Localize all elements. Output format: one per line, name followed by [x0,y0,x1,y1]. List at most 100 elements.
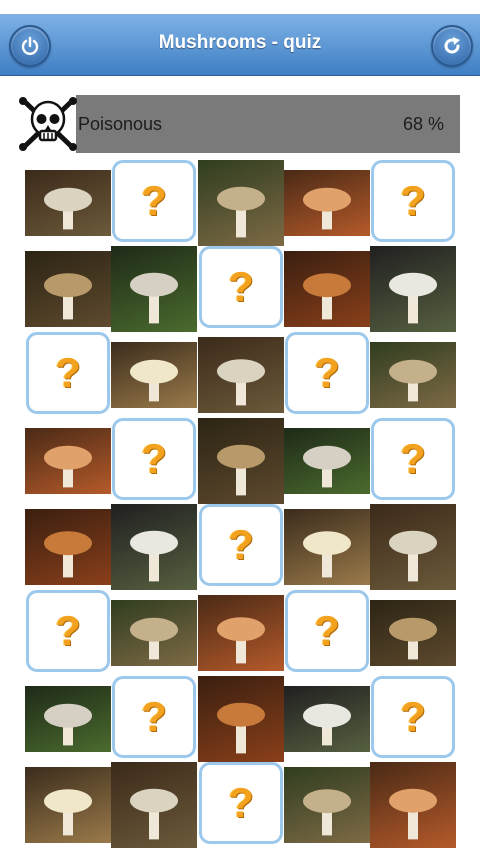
mushroom-icon [130,788,178,840]
mushroom-photo-card[interactable] [25,762,111,848]
mushroom-photo [284,428,370,494]
hidden-card[interactable]: ? [198,504,284,590]
mushroom-photo-card[interactable] [111,504,197,590]
hidden-card[interactable]: ? [198,762,284,848]
mushroom-icon [130,617,178,660]
hidden-card[interactable]: ? [25,332,111,418]
mushroom-photo [198,337,284,413]
mushroom-photo [25,251,111,327]
mushroom-icon [44,703,92,746]
question-mark: ? [199,762,283,844]
mushroom-photo [370,762,456,848]
question-mark: ? [112,160,196,242]
mushroom-icon [130,530,178,582]
mushroom-photo-card[interactable] [25,504,111,590]
mushroom-photo-card[interactable] [198,332,284,418]
mushroom-icon [44,445,92,488]
mushroom-icon [217,617,265,664]
mushroom-photo-card[interactable] [370,590,456,676]
mushroom-photo-card[interactable] [25,676,111,762]
hidden-card[interactable]: ? [25,590,111,676]
mushroom-photo-card[interactable] [284,762,370,848]
mushroom-photo [25,686,111,752]
mushroom-photo [111,762,197,848]
mushroom-photo-card[interactable] [284,504,370,590]
mushroom-photo [111,504,197,590]
mushroom-icon [44,789,92,836]
hidden-card[interactable]: ? [198,246,284,332]
mushroom-icon [303,703,351,746]
mushroom-photo-card[interactable] [284,160,370,246]
mushroom-photo [25,170,111,236]
mushroom-photo [198,676,284,762]
hidden-card[interactable]: ? [111,160,197,246]
question-mark: ? [371,418,455,500]
mushroom-photo [284,509,370,585]
mushroom-grid: ????????????? [0,0,480,848]
mushroom-photo-card[interactable] [25,246,111,332]
mushroom-photo [284,170,370,236]
mushroom-photo [25,428,111,494]
mushroom-icon [44,187,92,230]
mushroom-photo [370,342,456,408]
hidden-card[interactable]: ? [370,418,456,504]
mushroom-photo-card[interactable] [111,332,197,418]
mushroom-photo-card[interactable] [25,418,111,504]
question-mark: ? [199,504,283,586]
mushroom-icon [217,359,265,406]
mushroom-photo-card[interactable] [198,160,284,246]
question-mark: ? [26,332,110,414]
mushroom-photo-card[interactable] [370,504,456,590]
question-mark: ? [199,246,283,328]
hidden-card[interactable]: ? [370,160,456,246]
question-mark: ? [371,160,455,242]
mushroom-icon [217,702,265,754]
mushroom-photo [111,246,197,332]
mushroom-icon [389,272,437,324]
mushroom-photo-card[interactable] [198,590,284,676]
question-mark: ? [112,676,196,758]
mushroom-photo-card[interactable] [111,246,197,332]
mushroom-icon [130,359,178,402]
mushroom-photo [198,595,284,671]
mushroom-photo-card[interactable] [284,676,370,762]
question-mark: ? [112,418,196,500]
mushroom-photo-card[interactable] [198,676,284,762]
hidden-card[interactable]: ? [111,676,197,762]
mushroom-photo-card[interactable] [25,160,111,246]
mushroom-icon [303,187,351,230]
hidden-card[interactable]: ? [284,590,370,676]
mushroom-photo [198,160,284,246]
question-mark: ? [285,590,369,672]
mushroom-photo [25,767,111,843]
mushroom-icon [389,617,437,660]
mushroom-icon [303,445,351,488]
mushroom-photo-card[interactable] [111,590,197,676]
mushroom-icon [303,789,351,836]
hidden-card[interactable]: ? [111,418,197,504]
hidden-card[interactable]: ? [284,332,370,418]
question-mark: ? [26,590,110,672]
mushroom-photo-card[interactable] [111,762,197,848]
mushroom-photo [198,418,284,504]
mushroom-photo [25,509,111,585]
mushroom-photo-card[interactable] [370,762,456,848]
mushroom-photo [111,600,197,666]
mushroom-photo-card[interactable] [370,332,456,418]
mushroom-icon [303,531,351,578]
mushroom-photo [370,246,456,332]
mushroom-photo-card[interactable] [284,246,370,332]
mushroom-photo [370,504,456,590]
mushroom-photo-card[interactable] [284,418,370,504]
hidden-card[interactable]: ? [370,676,456,762]
mushroom-photo-card[interactable] [198,418,284,504]
question-mark: ? [371,676,455,758]
mushroom-icon [389,359,437,402]
mushroom-photo [370,600,456,666]
mushroom-icon [217,444,265,496]
question-mark: ? [285,332,369,414]
mushroom-photo-card[interactable] [370,246,456,332]
mushroom-photo [111,342,197,408]
mushroom-icon [130,272,178,324]
mushroom-icon [389,530,437,582]
